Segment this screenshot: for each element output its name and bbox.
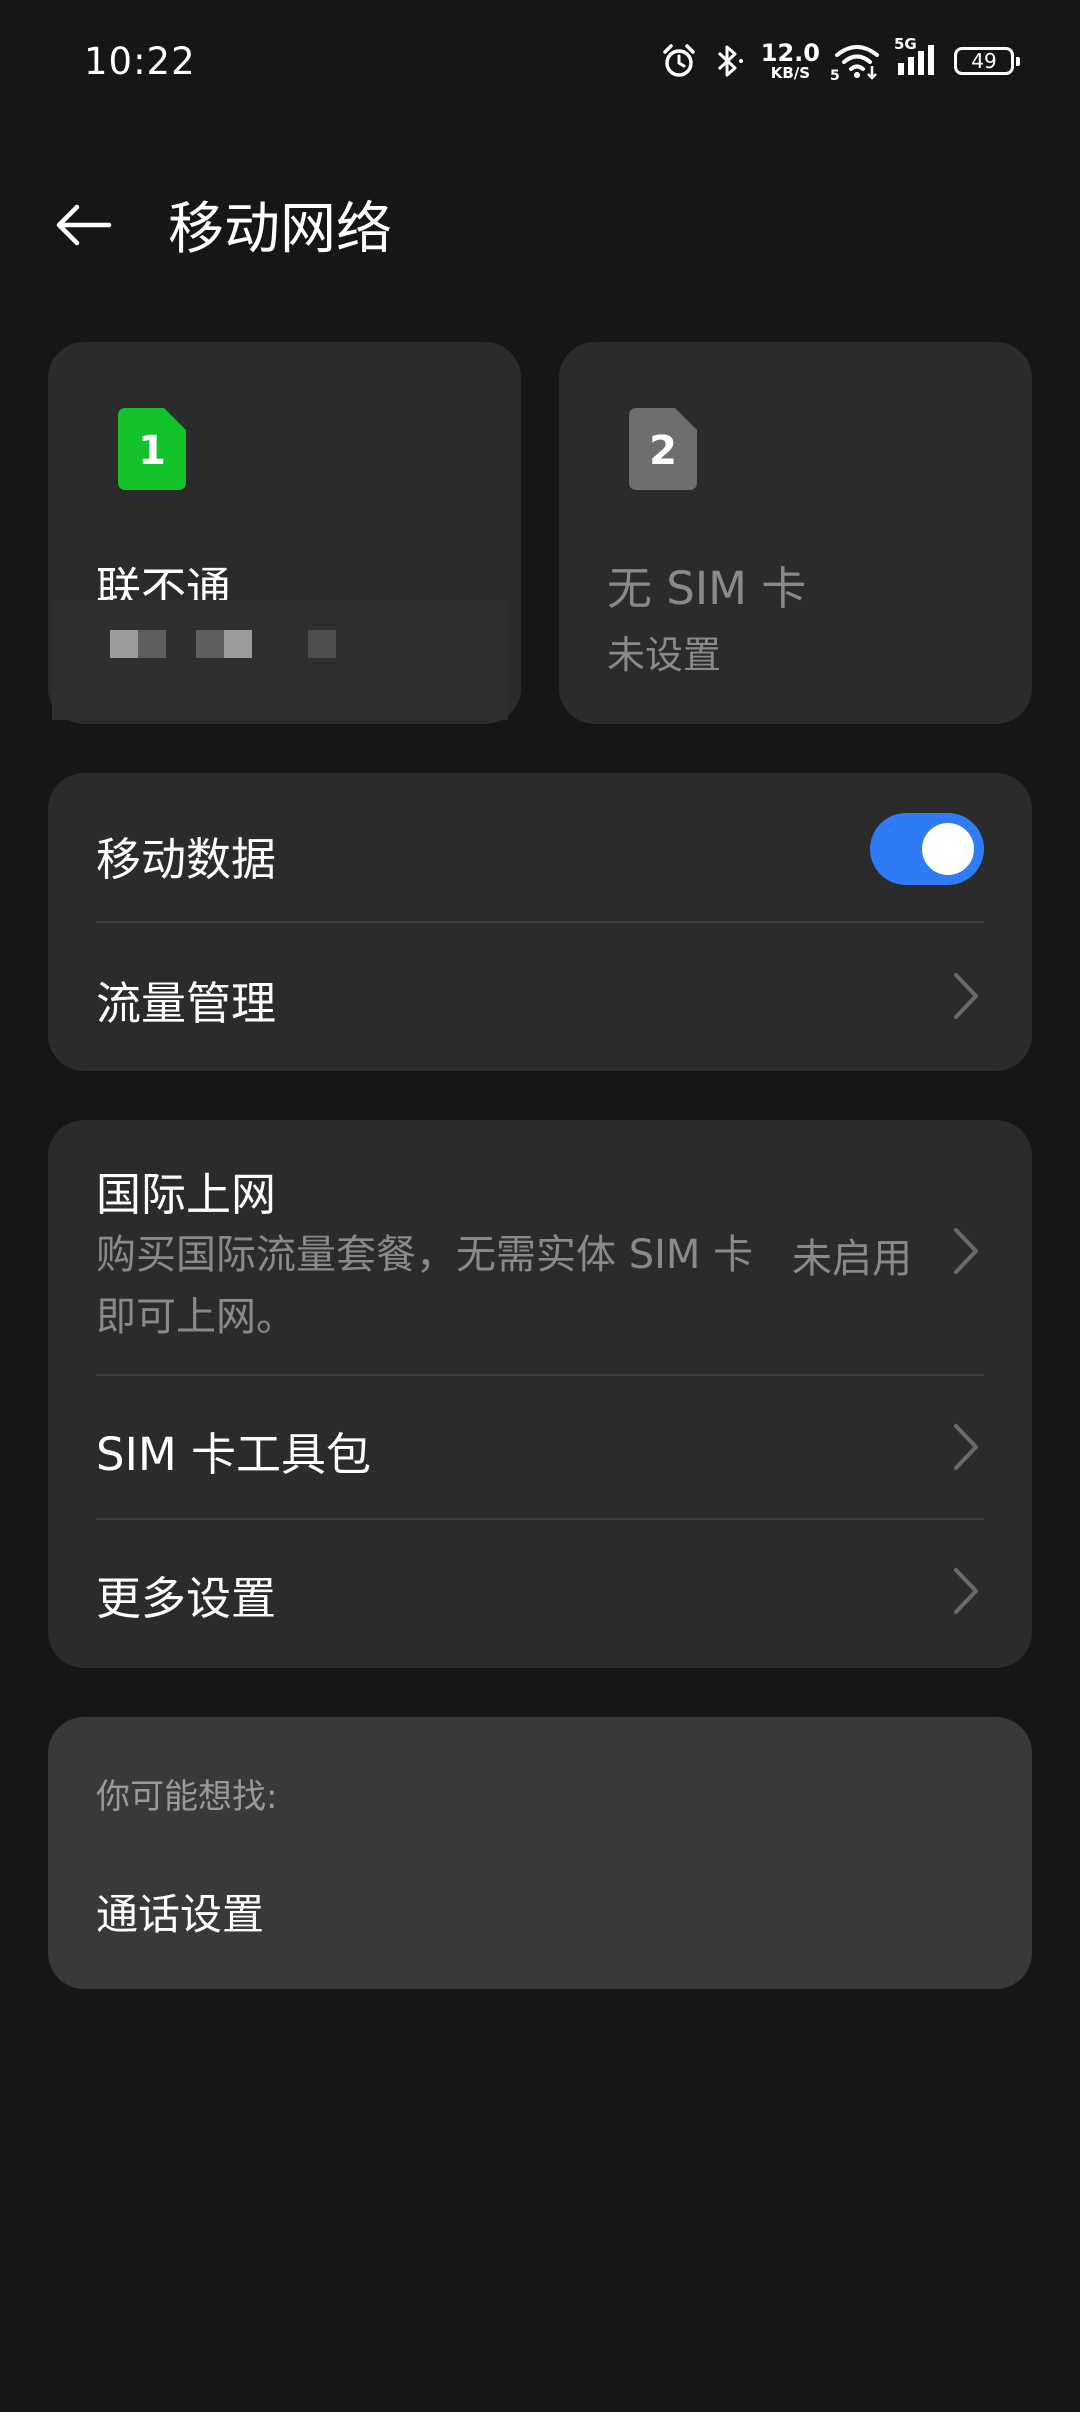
chevron-right-icon	[954, 1568, 978, 1614]
international-roaming-row[interactable]: 国际上网 购买国际流量套餐，无需实体 SIM 卡即可上网。 未启用	[48, 1120, 1032, 1374]
network-speed: 12.0 KB/S	[761, 41, 820, 81]
bluetooth-icon	[711, 42, 747, 80]
toggle-knob	[922, 823, 974, 875]
page-title: 移动网络	[168, 197, 392, 262]
battery-icon: 49	[954, 47, 1020, 75]
suggestions-title: 你可能想找:	[96, 1777, 278, 1817]
suggestion-call-settings[interactable]: 通话设置	[96, 1881, 264, 1942]
sim-toolkit-label: SIM 卡工具包	[96, 1428, 371, 1481]
mobile-data-group: 移动数据 流量管理	[48, 773, 1032, 1071]
sim1-number-redacted	[52, 600, 508, 720]
suggestions-card: 你可能想找: 通话设置	[48, 1717, 1032, 1989]
mobile-data-row[interactable]: 移动数据	[48, 773, 1032, 922]
network-speed-value: 12.0	[760, 39, 820, 67]
sim1-icon: 1	[118, 408, 186, 494]
settings-group: 国际上网 购买国际流量套餐，无需实体 SIM 卡即可上网。 未启用 SIM 卡工…	[48, 1120, 1032, 1668]
wifi-badge: 5	[830, 68, 840, 84]
sim2-icon: 2	[629, 408, 697, 494]
wifi-icon: 5	[830, 42, 880, 84]
more-settings-row[interactable]: 更多设置	[48, 1520, 1032, 1668]
back-arrow-icon	[56, 204, 112, 246]
sim1-card[interactable]: 1 联不通	[48, 342, 521, 724]
traffic-management-label: 流量管理	[96, 977, 277, 1030]
chevron-right-icon	[954, 973, 978, 1019]
traffic-management-row[interactable]: 流量管理	[48, 923, 1032, 1071]
international-roaming-label: 国际上网	[96, 1168, 277, 1221]
sim2-name: 无 SIM 卡	[607, 562, 807, 615]
mobile-data-label: 移动数据	[96, 833, 277, 886]
sim2-status: 未设置	[607, 633, 722, 677]
chevron-right-icon	[954, 1228, 978, 1274]
more-settings-label: 更多设置	[96, 1572, 277, 1625]
battery-level: 49	[971, 49, 997, 73]
sim2-card[interactable]: 2 无 SIM 卡 未设置	[559, 342, 1032, 724]
network-type-label: 5G	[894, 35, 917, 53]
sim2-slot-number: 2	[649, 428, 677, 474]
status-icons: 12.0 KB/S 5 5G 49	[661, 35, 1020, 86]
status-time: 10:22	[84, 40, 196, 83]
international-roaming-description: 购买国际流量套餐，无需实体 SIM 卡即可上网。	[96, 1232, 754, 1340]
status-bar: 10:22 12.0 KB/S 5 5G 49	[0, 0, 1080, 124]
cellular-signal-icon: 5G	[894, 35, 940, 79]
network-speed-unit: KB/S	[770, 64, 811, 82]
header: 移动网络	[0, 160, 1080, 280]
alarm-icon	[661, 43, 697, 79]
international-roaming-status: 未启用	[792, 1236, 912, 1282]
sim1-slot-number: 1	[138, 428, 166, 474]
mobile-data-toggle[interactable]	[870, 813, 984, 885]
sim-toolkit-row[interactable]: SIM 卡工具包	[48, 1376, 1032, 1519]
back-button[interactable]	[48, 190, 118, 260]
chevron-right-icon	[954, 1424, 978, 1470]
